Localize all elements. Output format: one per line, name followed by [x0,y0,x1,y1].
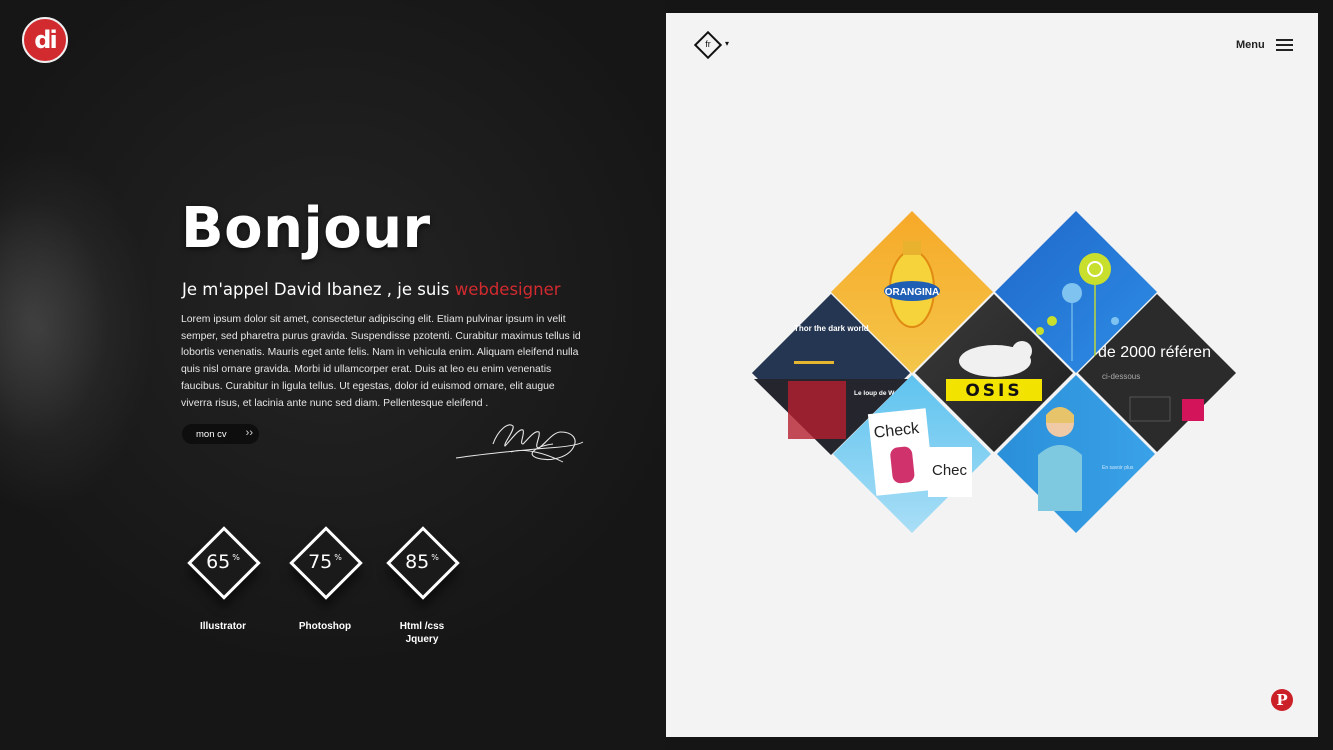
greeting-title: Bonjour [181,196,431,261]
caret-down-icon: ▾ [725,39,730,48]
skill-diamond: 75% [283,520,367,604]
wolf-tile-red [788,381,846,439]
references-subtext: ci-dessous [1102,372,1140,381]
intro-prefix: Je m'appel David Ibanez , je suis [182,280,455,299]
skill-html-css-jquery: 85% Html /css Jquery [377,520,467,646]
skill-label: Photoshop [298,621,352,632]
skill-percent: 65% [206,551,240,573]
di-logo[interactable]: di [22,17,68,63]
skill-percent: 85% [405,551,439,573]
skill-photoshop: 75% Photoshop [280,520,370,633]
bio-paragraph: Lorem ipsum dolor sit amet, consectetur … [181,314,581,409]
intro-highlight: webdesigner [454,280,561,299]
orangina-text: ORANGINA [885,287,939,298]
skill-percent: 75% [308,551,342,573]
chevron-right-icon: ›› [245,427,253,439]
skill-diamond: 65% [181,520,265,604]
check2-text: Chec [932,462,968,479]
cv-button-label: mon cv [196,428,227,440]
menu-label: Menu [1236,39,1265,51]
portfolio-mosaic: ORANGINA Thor the dark world OSIS de 200… [752,211,1236,533]
intro-line: Je m'appel David Ibanez , je suis webdes… [182,280,561,299]
pinterest-icon[interactable]: P [1271,689,1293,711]
skill-illustrator: 65% Illustrator [178,520,268,633]
hamburger-icon [1275,38,1293,52]
pinterest-glyph: P [1276,691,1288,709]
language-selector[interactable]: fr ▾ [693,30,739,60]
skill-label: Illustrator [199,621,247,632]
language-code: fr [705,39,711,49]
signature-image [455,424,584,463]
portrait-shadow [0,150,150,490]
cv-button[interactable]: mon cv ›› [182,424,259,444]
skill-label: Html /css Jquery [399,621,445,645]
thor-text: Thor the dark world [794,324,869,333]
logo-text: di [34,26,57,54]
portfolio-panel: fr ▾ Menu ORANGINA Thor the dark world O… [666,13,1318,737]
references-text: de 2000 référen [1098,344,1211,361]
skill-diamond: 85% [380,520,464,604]
menu-button[interactable]: Menu [1236,36,1293,54]
osis-text: OSIS [965,381,1022,401]
nurse-text: En savoir plus [1102,465,1134,471]
